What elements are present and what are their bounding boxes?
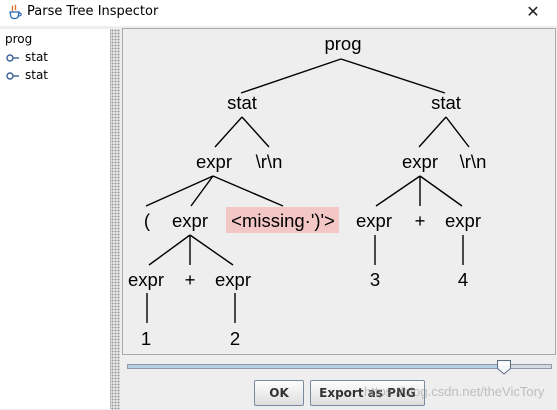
window-content: prog stat stat prog stat stat expr \r\n … bbox=[0, 26, 557, 410]
edge bbox=[340, 58, 446, 94]
node-number[interactable]: 1 bbox=[141, 328, 151, 349]
close-icon: ✕ bbox=[526, 2, 540, 21]
edge bbox=[214, 116, 243, 148]
node-prog[interactable]: prog bbox=[324, 33, 361, 54]
slider-thumb[interactable] bbox=[496, 359, 512, 375]
tree-root-label[interactable]: prog bbox=[5, 32, 32, 46]
parse-tree-diagram: prog stat stat expr \r\n expr \r\n ( exp… bbox=[128, 33, 486, 349]
node-number[interactable]: 2 bbox=[230, 328, 240, 349]
node-expr[interactable]: expr bbox=[402, 151, 438, 172]
java-cup-icon bbox=[9, 4, 22, 20]
edge bbox=[418, 116, 447, 148]
edge bbox=[212, 175, 284, 207]
node-plus[interactable]: + bbox=[185, 269, 196, 290]
node-number[interactable]: 3 bbox=[370, 269, 380, 290]
tree-item-label: stat bbox=[25, 50, 49, 64]
split-pane-divider[interactable] bbox=[111, 29, 120, 410]
edge bbox=[148, 234, 191, 266]
ok-button[interactable]: OK bbox=[254, 380, 304, 406]
zoom-slider[interactable] bbox=[122, 356, 556, 378]
node-expr[interactable]: expr bbox=[445, 210, 481, 231]
tree-node-icon bbox=[6, 54, 19, 62]
edge bbox=[240, 58, 342, 94]
node-stat[interactable]: stat bbox=[431, 92, 461, 113]
title-bar: Parse Tree Inspector ✕ bbox=[0, 0, 557, 26]
node-newline[interactable]: \r\n bbox=[460, 151, 487, 172]
node-expr[interactable]: expr bbox=[172, 210, 208, 231]
node-newline[interactable]: \r\n bbox=[256, 151, 283, 172]
watermark: https://blog.csdn.net/theVicTory bbox=[364, 384, 545, 399]
tree-node-icon bbox=[6, 72, 19, 80]
tree-item-label: stat bbox=[25, 68, 49, 82]
edge bbox=[189, 234, 234, 266]
tree-node-labels: prog stat stat expr \r\n expr \r\n ( exp… bbox=[128, 33, 486, 349]
node-plus[interactable]: + bbox=[415, 210, 426, 231]
edge bbox=[145, 175, 214, 207]
edge bbox=[419, 175, 463, 207]
parse-tree-canvas: prog stat stat expr \r\n expr \r\n ( exp… bbox=[122, 28, 556, 355]
slider-fill bbox=[128, 365, 505, 368]
close-button[interactable]: ✕ bbox=[517, 0, 549, 24]
node-stat[interactable]: stat bbox=[227, 92, 257, 113]
node-number[interactable]: 4 bbox=[458, 269, 468, 290]
window-title: Parse Tree Inspector bbox=[27, 4, 159, 19]
node-expr[interactable]: expr bbox=[215, 269, 251, 290]
node-expr[interactable]: expr bbox=[128, 269, 164, 290]
node-lparen[interactable]: ( bbox=[144, 210, 151, 231]
edge bbox=[445, 116, 470, 148]
edge bbox=[241, 116, 270, 148]
tree-panel[interactable]: prog stat stat bbox=[0, 29, 111, 409]
edge bbox=[375, 175, 421, 207]
node-expr[interactable]: expr bbox=[196, 151, 232, 172]
node-missing-token[interactable]: <missing·')'> bbox=[231, 210, 335, 231]
node-expr[interactable]: expr bbox=[356, 210, 392, 231]
